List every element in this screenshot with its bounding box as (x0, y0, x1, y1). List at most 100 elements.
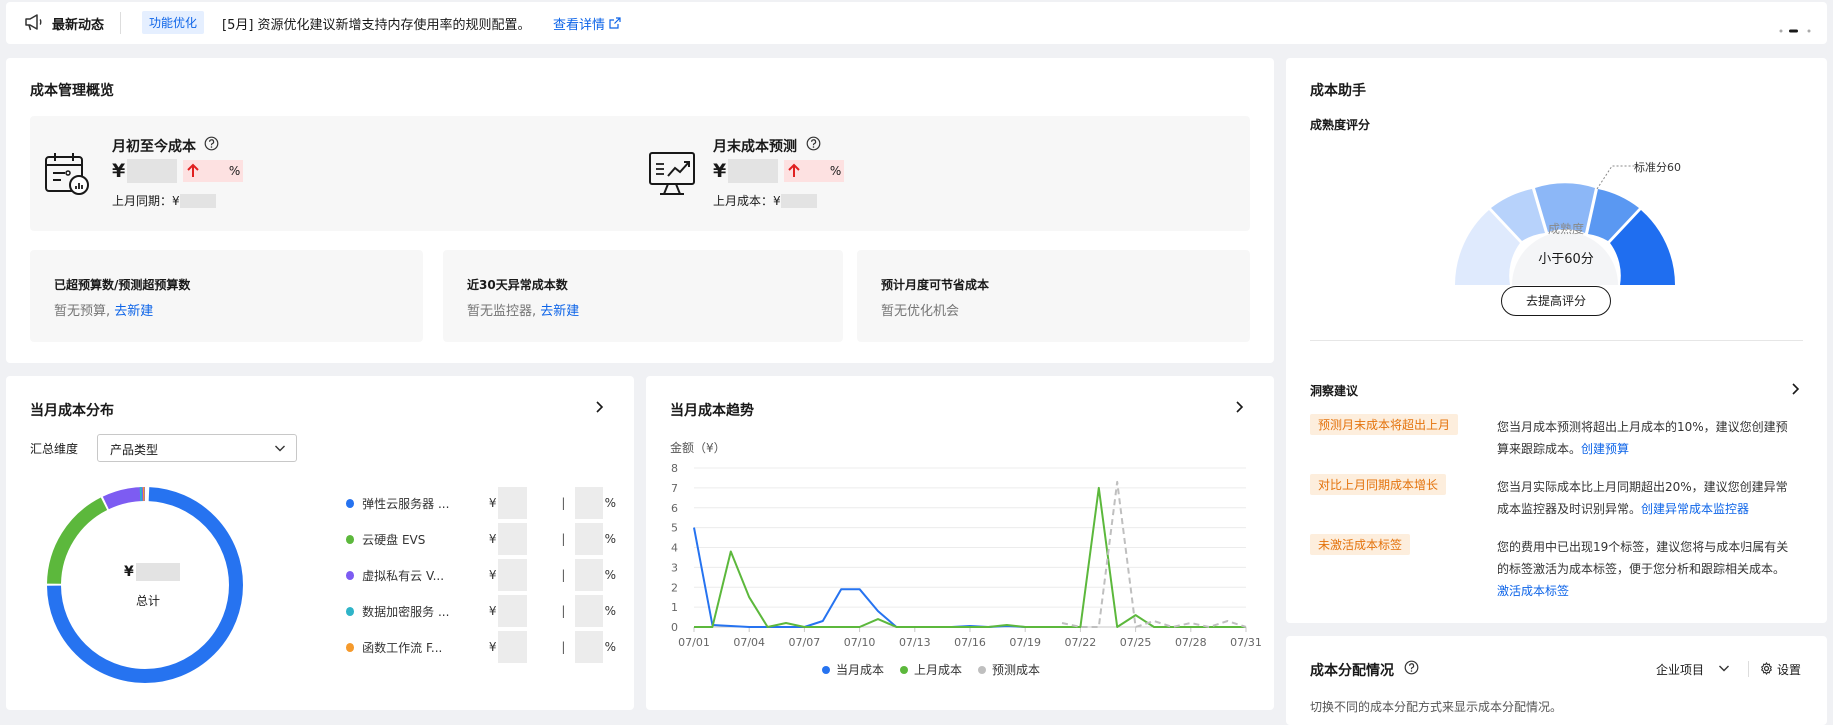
trend-chart: 0 1 2 3 4 5 6 7 8 07/01 07/04 07/07 07/10 07/13 07/16 0… (671, 462, 1262, 677)
arrow-up-icon (187, 163, 199, 182)
stat-savings-text: 暂无优化机会 (881, 304, 960, 319)
improve-score-button[interactable]: 去提高评分 (1501, 286, 1611, 316)
legend-value-mask (498, 595, 528, 627)
news-bar: 最新动态 功能优化 [5月] 资源优化建议新增支持内存使用率的规则配置。 查看详… (6, 2, 1827, 44)
legend-item: 函数工作流 F... ¥ |% (346, 631, 616, 663)
legend-pct: % (604, 496, 616, 510)
legend-currency: ¥ (488, 568, 497, 582)
news-detail-label: 查看详情 (553, 18, 606, 33)
mtd-help-icon[interactable] (204, 136, 219, 155)
donut-center-value: ¥ (124, 563, 180, 581)
stat-budget-text-row: 暂无预算, 去新建 (54, 300, 153, 319)
allocation-help-icon[interactable] (1404, 660, 1419, 679)
dimension-label: 汇总维度 (30, 442, 79, 456)
insight-item: 对比上月同期成本增长 您当月实际成本比上月同期超出20%，建议您创建异常成本监控… (1310, 474, 1810, 516)
x-tick-label: 07/16 (954, 636, 986, 649)
legend-pct: % (604, 532, 616, 546)
legend-separator: | (561, 532, 566, 546)
gear-icon (1760, 661, 1773, 678)
news-text: [5月] 资源优化建议新增支持内存使用率的规则配置。 (222, 18, 531, 33)
legend-dot (346, 498, 355, 508)
x-tick-label: 07/04 (733, 636, 765, 649)
insight-link[interactable]: 激活成本标签 (1497, 584, 1569, 598)
mtd-change-badge: % (183, 160, 244, 182)
legend-name: 云硬盘 EVS (362, 532, 426, 547)
legend-item: 云硬盘 EVS ¥ |% (346, 523, 616, 555)
distribution-card: 当月成本分布 汇总维度 产品类型 ¥ 总计 弹性云服务器 ... ¥ |% 云硬盘 E… (6, 376, 634, 710)
legend-label: 上月成本 (914, 663, 962, 677)
chevron-down-icon (1718, 662, 1730, 677)
forecast-compare-mask (780, 193, 817, 208)
stat-savings: 预计月度可节省成本 暂无优化机会 (857, 250, 1250, 342)
carousel-indicator[interactable] (1779, 22, 1813, 37)
assistant-title: 成本助手 (1310, 83, 1366, 99)
legend-currency: ¥ (488, 640, 497, 654)
series-line (693, 527, 1062, 628)
legend-value-mask (498, 523, 528, 555)
assistant-card: 成本助手 成熟度评分 标准分60 成熟度 小于60分 去提高评分 洞察建议 预测… (1286, 58, 1827, 623)
overview-card: 成本管理概览 月初至今成本 ¥ % 上月同期：¥ 月末成本预测 ¥ % 上月成本… (6, 58, 1274, 363)
stat-budget-title: 已超预算数/预测超预算数 (54, 278, 191, 292)
allocation-select[interactable]: 企业项目 (1656, 661, 1730, 678)
distribution-title: 当月成本分布 (30, 403, 114, 419)
stat-savings-title: 预计月度可节省成本 (881, 278, 990, 292)
legend-item: 虚拟私有云 V... ¥ |% (346, 559, 616, 591)
y-tick-label: 0 (671, 621, 678, 634)
legend-pct: % (604, 604, 616, 618)
forecast-pct: % (829, 164, 842, 178)
legend-item: 数据加密服务 ... ¥ |% (346, 595, 616, 627)
news-title: 最新动态 (52, 18, 105, 33)
dimension-select[interactable]: 产品类型 (97, 434, 297, 462)
allocation-card: 成本分配情况 企业项目 设置 切换不同的成本分配方式来显示成本分配情况。 (1286, 636, 1827, 725)
legend-pct-mask (575, 631, 603, 663)
legend-pct-mask (575, 487, 603, 519)
forecast-help-icon[interactable] (806, 136, 821, 155)
insight-link[interactable]: 创建预算 (1581, 442, 1629, 456)
stat-budget-text: 暂无预算, (54, 304, 111, 319)
allocation-settings[interactable]: 设置 (1760, 661, 1801, 678)
create-monitor-link[interactable]: 去新建 (540, 304, 579, 319)
legend-dot (346, 570, 355, 580)
insight-desc: 您的费用中已出现19个标签，建议您将与成本归属有关的标签激活为成本标签，便于您分… (1497, 540, 1789, 576)
chevron-right-icon[interactable] (1232, 400, 1246, 418)
insight-link[interactable]: 创建异常成本监控器 (1641, 502, 1749, 516)
chevron-right-icon[interactable] (1788, 382, 1802, 400)
forecast-compare-label: 上月成本：¥ (713, 194, 781, 208)
distribution-donut (47, 487, 243, 683)
legend-pct: % (604, 640, 616, 654)
overview-title: 成本管理概览 (30, 83, 114, 99)
donut-center-mask (135, 563, 180, 581)
legend-item: 弹性云服务器 ... ¥ |% (346, 487, 616, 519)
trend-title: 当月成本趋势 (670, 403, 754, 419)
megaphone-icon (24, 13, 44, 35)
legend-currency: ¥ (488, 604, 497, 618)
cost-summary-panel: 月初至今成本 ¥ % 上月同期：¥ 月末成本预测 ¥ % 上月成本：¥ (30, 116, 1250, 231)
chevron-right-icon[interactable] (592, 400, 606, 418)
legend-marker (822, 666, 830, 674)
news-divider (120, 12, 121, 34)
x-tick-label: 07/28 (1175, 636, 1207, 649)
x-tick-label: 07/01 (678, 636, 710, 649)
create-budget-link[interactable]: 去新建 (114, 304, 153, 319)
y-tick-label: 5 (671, 522, 678, 535)
legend-pct: % (604, 568, 616, 582)
stat-anomaly-text-row: 暂无监控器, 去新建 (467, 300, 579, 319)
legend-name: 虚拟私有云 V... (362, 568, 445, 583)
stat-anomaly: 近30天异常成本数 暂无监控器, 去新建 (443, 250, 843, 342)
donut-ring (47, 487, 243, 683)
news-detail-link[interactable]: 查看详情 (553, 14, 621, 33)
trend-ylabel: 金额（¥） (670, 441, 726, 455)
stat-budget: 已超预算数/预测超预算数 暂无预算, 去新建 (30, 250, 423, 342)
legend-value-mask (498, 559, 528, 591)
x-tick-label: 07/10 (844, 636, 876, 649)
legend-value-mask (498, 631, 528, 663)
legend-separator: | (561, 496, 566, 510)
legend-pct-mask (575, 595, 603, 627)
maturity-title: 成熟度评分 (1310, 118, 1371, 132)
insight-text: 您当月成本预测将超出上月成本的10%，建议您创建预算来跟踪成本。创建预算 (1497, 416, 1797, 460)
donut-center-label: 总计 (136, 594, 161, 608)
legend-separator: | (561, 604, 566, 618)
forecast-label: 月末成本预测 (713, 139, 797, 155)
chevron-down-icon (274, 442, 286, 458)
y-tick-label: 8 (671, 462, 678, 475)
